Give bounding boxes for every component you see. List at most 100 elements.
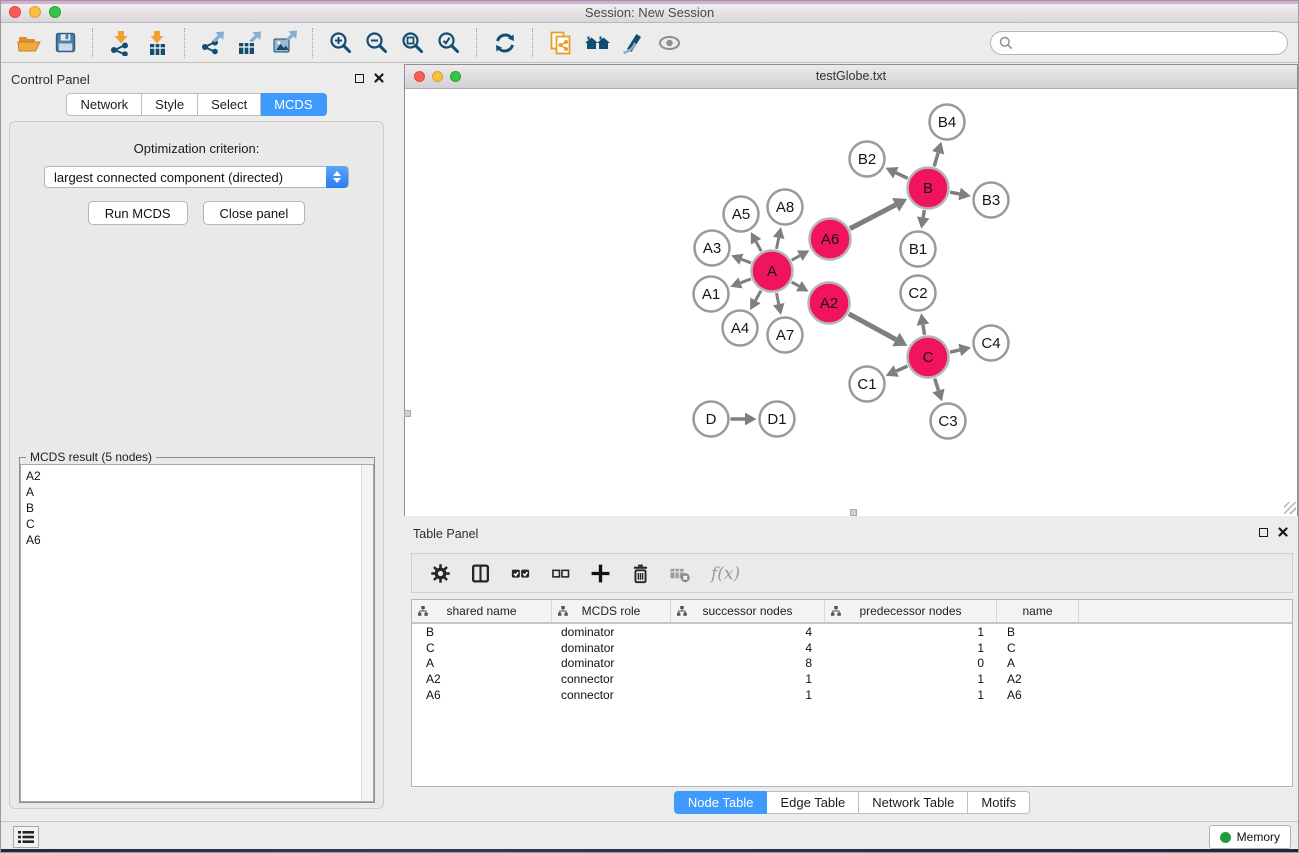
result-item[interactable]: B — [26, 500, 373, 516]
edge-A-A7[interactable] — [776, 293, 778, 304]
table-row[interactable]: A2connector11A2 — [412, 671, 1292, 687]
edge-A-A6[interactable] — [792, 256, 800, 260]
edge-A6-B[interactable] — [850, 205, 896, 229]
delete-table-button[interactable] — [668, 561, 692, 585]
bottom-edge-grip[interactable] — [850, 509, 857, 516]
table-cell: dominator — [552, 656, 671, 670]
node-label-A: A — [767, 263, 777, 280]
search-field[interactable] — [990, 31, 1288, 55]
open-file-button[interactable] — [11, 26, 47, 60]
import-network-button[interactable] — [103, 26, 139, 60]
node-label-C1: C1 — [857, 376, 876, 393]
table-settings-button[interactable] — [428, 561, 452, 585]
edge-C-C2[interactable] — [923, 325, 925, 335]
result-item[interactable]: C — [26, 516, 373, 532]
function-builder-button[interactable]: f(x) — [708, 561, 746, 585]
tab-mcds[interactable]: MCDS — [261, 93, 326, 116]
edge-A-A2[interactable] — [792, 282, 799, 286]
column-header-successor-nodes[interactable]: successor nodes — [671, 600, 825, 622]
export-network-button[interactable] — [195, 26, 231, 60]
tab-network-table[interactable]: Network Table — [859, 791, 968, 814]
edge-B-B2[interactable] — [896, 173, 908, 179]
tab-style[interactable]: Style — [142, 93, 198, 116]
zoom-selected-button[interactable] — [431, 26, 467, 60]
table-row[interactable]: Adominator80A — [412, 656, 1292, 672]
memory-button[interactable]: Memory — [1209, 825, 1291, 849]
function-builder-icon: f(x) — [708, 561, 746, 585]
edge-C-C1[interactable] — [896, 366, 907, 371]
node-label-C2: C2 — [908, 285, 927, 302]
node-label-A7: A7 — [776, 327, 794, 344]
open-file-icon — [16, 30, 42, 56]
delete-column-button[interactable] — [628, 561, 652, 585]
zoom-in-button[interactable] — [323, 26, 359, 60]
edge-A2-C[interactable] — [849, 314, 896, 340]
mcds-result-group: MCDS result (5 nodes) A2ABCA6 — [19, 457, 375, 803]
edge-B-B3[interactable] — [950, 192, 959, 194]
column-header-MCDS-role[interactable]: MCDS role — [552, 600, 671, 622]
edge-B-B4[interactable] — [934, 153, 938, 167]
edge-B-B1[interactable] — [923, 210, 924, 217]
edge-A-A1[interactable] — [740, 279, 750, 283]
node-table[interactable]: shared nameMCDS rolesuccessor nodesprede… — [411, 599, 1293, 787]
edge-C-C4[interactable] — [950, 350, 960, 352]
edge-A-A3[interactable] — [741, 259, 751, 263]
mcds-result-list[interactable]: A2ABCA6 — [20, 464, 374, 802]
delete-table-icon — [669, 563, 691, 584]
column-header-shared-name[interactable]: shared name — [412, 600, 552, 622]
table-row[interactable]: Cdominator41C — [412, 640, 1292, 656]
open-network-file-button[interactable] — [543, 26, 579, 60]
unselect-all-button[interactable] — [548, 561, 572, 585]
run-mcds-button[interactable]: Run MCDS — [88, 201, 188, 225]
result-item[interactable]: A2 — [26, 468, 373, 484]
zoom-out-icon — [364, 30, 390, 56]
network-canvas[interactable]: B4B2BB3B1A5A8A6A3AA1A2C2A4A7C4CC1C3DD1 — [405, 89, 1297, 516]
select-all-button[interactable] — [508, 561, 532, 585]
edge-A-A8[interactable] — [776, 238, 778, 249]
tab-network[interactable]: Network — [66, 93, 142, 116]
network-window-titlebar[interactable]: testGlobe.txt — [405, 65, 1297, 89]
hide-graphics-details-button[interactable] — [615, 26, 651, 60]
zoom-out-button[interactable] — [359, 26, 395, 60]
tab-motifs[interactable]: Motifs — [968, 791, 1030, 814]
float-table-panel-icon[interactable] — [1259, 528, 1268, 537]
show-columns-button[interactable] — [468, 561, 492, 585]
table-row[interactable]: Bdominator41B — [412, 624, 1292, 640]
task-history-button[interactable] — [13, 826, 39, 848]
refresh-button[interactable] — [487, 26, 523, 60]
column-header-predecessor-nodes[interactable]: predecessor nodes — [825, 600, 997, 622]
zoom-fit-button[interactable] — [395, 26, 431, 60]
left-edge-grip[interactable] — [404, 410, 411, 417]
table-cell: connector — [552, 688, 671, 702]
criterion-value: largest connected component (directed) — [54, 170, 283, 185]
criterion-dropdown[interactable]: largest connected component (directed) — [44, 166, 349, 188]
table-row[interactable]: A6connector11A6 — [412, 687, 1292, 703]
close-panel-icon[interactable] — [374, 73, 384, 83]
search-input[interactable] — [1018, 35, 1279, 51]
result-item[interactable]: A — [26, 484, 373, 500]
table-panel-title: Table Panel — [413, 527, 478, 541]
close-table-panel-icon[interactable] — [1278, 527, 1288, 537]
application-window: Session: New Session — [0, 0, 1299, 853]
add-column-button[interactable] — [588, 561, 612, 585]
import-table-button[interactable] — [139, 26, 175, 60]
close-panel-button[interactable]: Close panel — [203, 201, 306, 225]
save-session-button[interactable] — [47, 26, 83, 60]
edge-C-C3[interactable] — [935, 378, 939, 390]
export-table-button[interactable] — [231, 26, 267, 60]
tab-select[interactable]: Select — [198, 93, 261, 116]
result-item[interactable]: A6 — [26, 532, 373, 548]
float-panel-icon[interactable] — [355, 74, 364, 83]
result-scrollbar[interactable] — [361, 465, 373, 801]
tab-node-table[interactable]: Node Table — [674, 791, 768, 814]
resize-grip-icon[interactable] — [1284, 502, 1296, 514]
column-header-name[interactable]: name — [997, 600, 1079, 622]
home-button[interactable] — [579, 26, 615, 60]
export-image-button[interactable] — [267, 26, 303, 60]
tab-edge-table[interactable]: Edge Table — [767, 791, 859, 814]
edge-A-A5[interactable] — [756, 242, 761, 252]
search-icon — [999, 36, 1013, 50]
node-label-A5: A5 — [732, 206, 750, 223]
edge-A-A4[interactable] — [755, 291, 761, 301]
show-graphics-details-button[interactable] — [651, 26, 687, 60]
